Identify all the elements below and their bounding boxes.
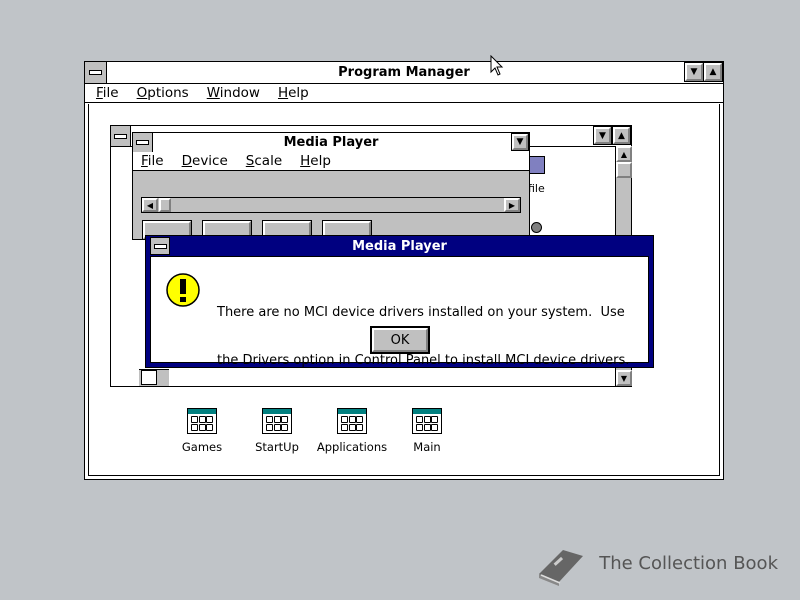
group-label: StartUp — [255, 440, 299, 454]
program-group-icon — [337, 408, 367, 434]
media-player-titlebar[interactable]: Media Player ▼ — [133, 133, 529, 153]
dialog-system-menu[interactable] — [150, 237, 170, 255]
trackbar-right-arrow[interactable]: ▶ — [504, 198, 520, 212]
trackbar-thumb[interactable] — [159, 198, 171, 212]
mouse-cursor — [490, 54, 504, 81]
program-item-icon — [141, 370, 157, 385]
clock-icon — [531, 222, 542, 233]
menu-options[interactable]: Options — [137, 85, 189, 101]
ok-button-label: OK — [390, 332, 410, 348]
group-maximize-button[interactable]: ▲ — [612, 126, 631, 145]
media-player-menubar: File Device Scale Help — [133, 152, 529, 171]
watermark-text: The Collection Book — [599, 552, 778, 574]
program-group-icon — [262, 408, 292, 434]
cardfile-icon — [529, 156, 545, 174]
mp-menu-scale[interactable]: Scale — [246, 153, 282, 169]
mp-menu-help[interactable]: Help — [300, 153, 331, 169]
watermark: The Collection Book — [533, 540, 778, 586]
dialog-message-line1: There are no MCI device drivers installe… — [217, 305, 625, 320]
trackbar-left-arrow[interactable]: ◀ — [142, 198, 158, 212]
program-group-icon — [412, 408, 442, 434]
scroll-thumb[interactable] — [616, 162, 632, 178]
minimize-button[interactable]: ▼ — [684, 62, 704, 82]
program-manager-system-menu[interactable] — [85, 62, 107, 83]
mp-menu-file[interactable]: File — [141, 153, 164, 169]
media-player-trackbar[interactable]: ◀ ▶ — [141, 197, 521, 213]
program-manager-titlebar[interactable]: Program Manager ▼ ▲ — [85, 62, 723, 84]
maximize-button[interactable]: ▲ — [703, 62, 723, 82]
program-manager-title: Program Manager — [338, 65, 470, 80]
group-label: Games — [181, 440, 223, 454]
dialog-message-line2: the Drivers option in Control Panel to i… — [217, 353, 630, 368]
group-label: Applications — [316, 440, 388, 454]
media-player-system-menu[interactable] — [133, 133, 153, 152]
group-icon-startup[interactable]: StartUp — [237, 408, 317, 454]
dialog-title: Media Player — [352, 238, 447, 254]
dialog-titlebar[interactable]: Media Player — [146, 236, 653, 256]
media-player-minimize-button[interactable]: ▼ — [511, 133, 529, 151]
menu-help[interactable]: Help — [278, 85, 309, 101]
error-dialog: Media Player There are no MCI device dri… — [145, 235, 654, 368]
exclamation-icon — [166, 273, 200, 307]
group-icon-main[interactable]: Main — [387, 408, 467, 454]
media-player-window: Media Player ▼ File Device Scale Help ◀ … — [132, 132, 530, 240]
menu-window[interactable]: Window — [207, 85, 260, 101]
scroll-up-arrow[interactable]: ▲ — [616, 146, 632, 162]
menu-file[interactable]: File — [96, 85, 119, 101]
media-player-title: Media Player — [283, 135, 379, 150]
group-minimize-button[interactable]: ▼ — [593, 126, 612, 145]
group-icon-applications[interactable]: Applications — [312, 408, 392, 454]
ok-button[interactable]: OK — [370, 326, 430, 354]
group-label: Main — [413, 440, 441, 454]
program-manager-menubar: File Options Window Help — [85, 83, 723, 103]
program-group-icon — [187, 408, 217, 434]
group-icon-games[interactable]: Games — [162, 408, 242, 454]
book-icon — [539, 550, 584, 586]
group-window-system-menu[interactable] — [111, 126, 131, 146]
mp-menu-device[interactable]: Device — [182, 153, 228, 169]
